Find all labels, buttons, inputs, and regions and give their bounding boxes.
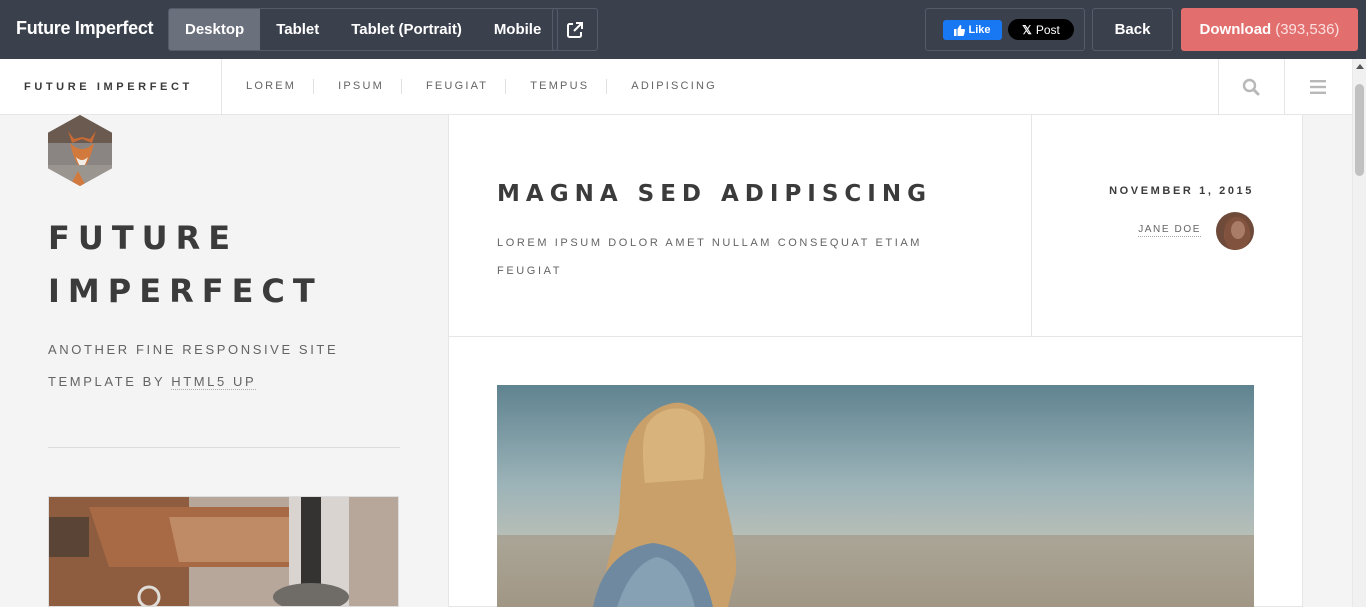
post-title[interactable]: MAGNA SED ADIPISCING — [497, 181, 932, 207]
scrollbar-thumb[interactable] — [1355, 84, 1364, 176]
download-count: (393,536) — [1275, 21, 1340, 38]
template-name: Future Imperfect — [16, 18, 154, 38]
x-post-label: Post — [1035, 22, 1060, 37]
post-image[interactable] — [497, 385, 1254, 607]
device-tablet-button[interactable]: Tablet — [260, 9, 335, 50]
author-name[interactable]: JANE DOE — [1138, 224, 1201, 237]
device-tablet-portrait-button[interactable]: Tablet (Portrait) — [335, 9, 478, 50]
site-nav: LOREM IPSUM FEUGIAT TEMPUS ADIPISCING — [222, 59, 734, 114]
open-external-button[interactable] — [552, 8, 598, 51]
nav-link-ipsum[interactable]: IPSUM — [313, 79, 401, 94]
girl-by-sea-photo — [497, 385, 1254, 607]
author-photo — [1216, 212, 1254, 250]
nav-link-adipiscing[interactable]: ADIPISCING — [606, 79, 734, 94]
intro-subtitle: ANOTHER FINE RESPONSIVE SITE TEMPLATE BY… — [48, 334, 388, 398]
intro-title-line: IMPERFECT — [48, 272, 323, 310]
post-header: MAGNA SED ADIPISCING LOREM IPSUM DOLOR A… — [449, 115, 1302, 337]
x-post-button[interactable]: 𝕏 Post — [1008, 19, 1074, 40]
search-button[interactable] — [1218, 59, 1284, 114]
device-switcher: Desktop Tablet Tablet (Portrait) Mobile — [168, 8, 559, 51]
site-logo[interactable]: FUTURE IMPERFECT — [24, 81, 193, 93]
author-avatar[interactable] — [1216, 212, 1254, 250]
intro-divider — [48, 447, 400, 448]
thumbs-up-icon — [954, 24, 966, 36]
nav-link-lorem[interactable]: LOREM — [222, 79, 313, 94]
fox-image — [48, 115, 112, 186]
search-icon — [1242, 78, 1260, 95]
preview-toolbar: Future Imperfect Desktop Tablet Tablet (… — [0, 0, 1366, 59]
menu-button[interactable] — [1285, 59, 1351, 114]
facebook-like-label: Like — [968, 24, 991, 36]
social-buttons: Like 𝕏 Post — [925, 8, 1085, 51]
site-header: FUTURE IMPERFECT LOREM IPSUM FEUGIAT TEM… — [0, 59, 1352, 115]
nav-link-tempus[interactable]: TEMPUS — [505, 79, 606, 94]
blog-post: MAGNA SED ADIPISCING LOREM IPSUM DOLOR A… — [448, 115, 1303, 607]
post-date: NOVEMBER 1, 2015 — [1109, 185, 1254, 197]
nav-link-feugiat[interactable]: FEUGIAT — [400, 79, 505, 94]
download-button[interactable]: Download (393,536) — [1181, 8, 1358, 51]
site-avatar-fox[interactable] — [48, 115, 112, 186]
intro-title: FUTURE IMPERFECT — [48, 212, 378, 318]
device-desktop-button[interactable]: Desktop — [169, 9, 261, 50]
mini-post-image[interactable] — [48, 496, 399, 607]
download-label: Download — [1199, 21, 1272, 38]
post-subtitle: LOREM IPSUM DOLOR AMET NULLAM CONSEQUAT … — [497, 237, 923, 277]
post-meta: NOVEMBER 1, 2015 JANE DOE — [1031, 115, 1302, 337]
html5up-link[interactable]: HTML5 UP — [171, 374, 257, 390]
menu-icon — [1310, 79, 1326, 94]
facebook-like-button[interactable]: Like — [943, 20, 1002, 40]
x-logo-icon: 𝕏 — [1022, 22, 1032, 37]
desk-photo — [49, 497, 398, 606]
scroll-up-icon[interactable] — [1356, 64, 1364, 69]
page-scrollbar[interactable] — [1352, 59, 1366, 607]
external-link-icon — [567, 21, 583, 38]
intro-title-line: FUTURE — [48, 219, 239, 257]
back-button[interactable]: Back — [1092, 8, 1173, 51]
device-mobile-button[interactable]: Mobile — [478, 9, 557, 50]
